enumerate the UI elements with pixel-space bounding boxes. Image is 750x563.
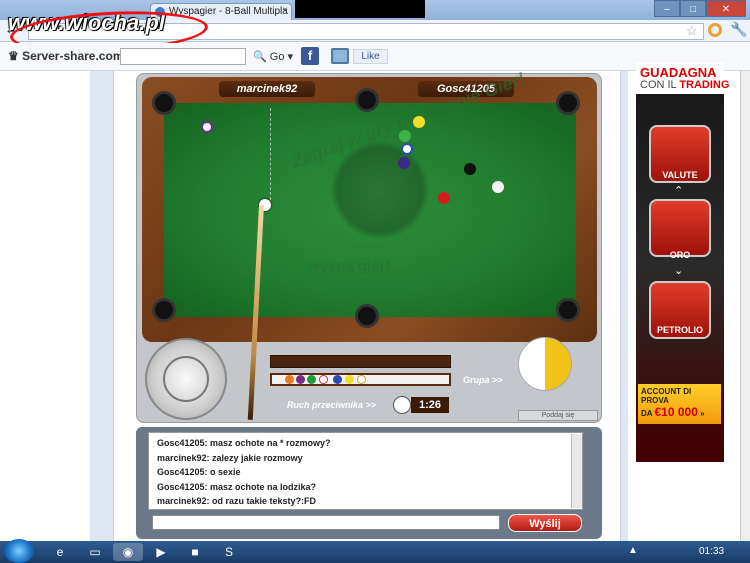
chat-scrollbar[interactable] bbox=[571, 434, 582, 508]
minimize-button[interactable]: – bbox=[654, 0, 680, 17]
power-dial-center bbox=[163, 356, 209, 402]
rack-ball bbox=[357, 375, 366, 384]
pocket bbox=[355, 88, 379, 112]
turn-timer: 1:26 bbox=[411, 397, 449, 413]
chevron-up-icon: ⌃ bbox=[674, 185, 684, 197]
pocket bbox=[355, 304, 379, 328]
page-scrollbar[interactable] bbox=[740, 71, 750, 541]
player1-name: marcinek92 bbox=[219, 81, 315, 97]
ball bbox=[398, 157, 410, 169]
ad-subline: CON IL TRADING bbox=[640, 79, 729, 91]
group-label: Grupa >> bbox=[463, 375, 503, 385]
chat-messages: Gosc41205: masz ochote na * rozmowy? mar… bbox=[157, 436, 567, 509]
go-button[interactable]: 🔍 Go ▾ bbox=[253, 50, 293, 63]
power-meter bbox=[270, 355, 451, 368]
chat-input[interactable] bbox=[152, 515, 500, 530]
app-icon[interactable]: ■ bbox=[180, 543, 210, 561]
pocket bbox=[556, 91, 580, 115]
start-button[interactable] bbox=[4, 539, 34, 563]
like-button[interactable]: Like bbox=[353, 49, 388, 64]
go-label: Go bbox=[269, 51, 285, 63]
ad-item-label: ORO bbox=[669, 250, 691, 260]
ball-group-indicator bbox=[518, 337, 572, 391]
redacted-area bbox=[295, 0, 425, 18]
rack-ball bbox=[345, 375, 354, 384]
concede-button[interactable]: Poddaj się bbox=[518, 410, 598, 421]
ad-cta-line2: DA €10 000 » bbox=[641, 405, 718, 419]
maximize-button[interactable]: □ bbox=[680, 0, 706, 17]
ad-subline-bold: TRADING bbox=[679, 79, 730, 91]
ie-icon[interactable]: e bbox=[45, 543, 75, 561]
eight-ball bbox=[464, 163, 476, 175]
close-window-button[interactable]: ✕ bbox=[706, 0, 746, 17]
send-button[interactable]: Wyślij bbox=[508, 514, 582, 532]
move-status: Ruch przeciwnika >> bbox=[287, 400, 377, 410]
ad-cta-prefix: DA bbox=[641, 409, 655, 418]
tab-close-icon[interactable]: × bbox=[282, 5, 288, 16]
skype-icon[interactable]: S bbox=[214, 543, 244, 561]
clock: 01:33 bbox=[699, 546, 725, 557]
pocket bbox=[152, 91, 176, 115]
rack-ball bbox=[296, 375, 305, 384]
toolbar-search-input[interactable] bbox=[120, 48, 246, 65]
ad-cta-amount: €10 000 bbox=[654, 405, 698, 419]
folder-icon[interactable]: ▭ bbox=[80, 543, 110, 561]
aim-guide bbox=[270, 108, 271, 200]
ad-cta-button[interactable]: ACCOUNT DI PROVA DA €10 000 » bbox=[638, 384, 721, 424]
extension-icon[interactable] bbox=[708, 23, 722, 37]
tray-expand-icon[interactable]: ▲ bbox=[628, 545, 638, 556]
ad-item-label: PETROLIO bbox=[656, 325, 703, 335]
ad-headline: GUADAGNA bbox=[640, 65, 717, 80]
media-player-icon[interactable]: ▶ bbox=[146, 543, 176, 561]
ball bbox=[413, 116, 425, 128]
monitor-icon[interactable] bbox=[331, 48, 349, 64]
rack-ball bbox=[333, 375, 342, 384]
rack-ball bbox=[319, 375, 328, 384]
felt-logo-text: wyspa gier! bbox=[308, 258, 391, 275]
ad-cta-arrow: » bbox=[700, 409, 705, 418]
wrench-icon[interactable]: 🔧 bbox=[730, 21, 747, 38]
chat-message: Gosc41205: masz ochote na * rozmowy? bbox=[157, 438, 331, 448]
chevron-down-icon: ⌄ bbox=[674, 265, 684, 277]
ball bbox=[201, 121, 213, 133]
clock-icon bbox=[393, 396, 411, 414]
ball bbox=[492, 181, 504, 193]
window-buttons: – □ ✕ bbox=[654, 0, 746, 17]
facebook-icon[interactable]: f bbox=[301, 47, 319, 65]
site-logo-text: Server-share.com bbox=[22, 49, 124, 63]
rack-ball bbox=[307, 375, 316, 384]
ad-cta-line1: ACCOUNT DI PROVA bbox=[641, 387, 692, 405]
chat-message: Gosc41205: masz ochote na lodzika? bbox=[157, 481, 317, 492]
ad-item-label: VALUTE bbox=[662, 170, 698, 180]
chrome-icon[interactable]: ◉ bbox=[113, 543, 143, 561]
ball bbox=[438, 192, 450, 204]
chat-message: marcinek92: zalezy jakie rozmowy bbox=[157, 452, 303, 463]
ball bbox=[399, 130, 411, 142]
gold-bar-icon[interactable] bbox=[649, 199, 711, 257]
bookmark-star-icon[interactable]: ☆ bbox=[686, 23, 698, 39]
ad-subline-text: CON IL bbox=[640, 79, 680, 91]
server-share-logo[interactable]: ♛ Server-share.com bbox=[8, 49, 123, 63]
ball bbox=[401, 143, 413, 155]
island-illustration bbox=[330, 140, 430, 240]
pocket bbox=[152, 298, 176, 322]
rack-ball bbox=[285, 375, 294, 384]
pocket bbox=[556, 298, 580, 322]
chat-message: Gosc41205: o sexie bbox=[157, 467, 241, 477]
chat-message: marcinek92: od razu takie teksty?:FD bbox=[157, 496, 317, 506]
